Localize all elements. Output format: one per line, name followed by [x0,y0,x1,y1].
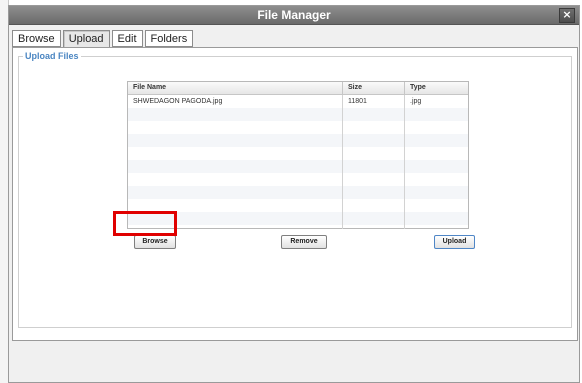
empty-row [128,108,468,121]
remove-button[interactable]: Remove [281,235,327,249]
tab-upload[interactable]: Upload [62,30,110,48]
empty-row [128,160,468,173]
close-icon[interactable]: × [559,8,575,23]
browse-button-highlight [113,211,177,236]
file-size-cell: 11801 [343,95,405,108]
column-header-type[interactable]: Type [405,82,468,94]
grid-header: File Name Size Type [128,82,468,95]
empty-row [128,173,468,186]
upload-files-fieldset: Upload Files File Name Size Type SHWEDAG… [18,49,572,328]
upload-files-legend: Upload Files [23,49,81,63]
table-row[interactable]: SHWEDAGON PAGODA.jpg 11801 .jpg [128,95,468,108]
tab-edit[interactable]: Edit [111,30,143,47]
upload-tab-content: Upload Files File Name Size Type SHWEDAG… [12,47,578,341]
empty-row [128,186,468,199]
tab-folders[interactable]: Folders [144,30,194,47]
grid-body: SHWEDAGON PAGODA.jpg 11801 .jpg [128,95,468,229]
file-list-grid: File Name Size Type SHWEDAGON PAGODA.jpg… [127,81,469,229]
column-header-file-name[interactable]: File Name [128,82,343,94]
file-manager-window: File Manager × Browse Upload Edit Folder… [8,5,580,383]
empty-row [128,199,468,212]
file-type-cell: .jpg [410,98,422,105]
column-header-size[interactable]: Size [343,82,405,94]
tab-bar: Browse Upload Edit Folders [12,30,194,48]
empty-row [128,134,468,147]
empty-row [128,147,468,160]
browse-button[interactable]: Browse [134,235,176,249]
tab-browse[interactable]: Browse [12,30,61,47]
window-title: File Manager [257,8,331,22]
title-bar[interactable]: File Manager × [9,6,579,25]
empty-row [128,225,468,229]
empty-row [128,121,468,134]
upload-button[interactable]: Upload [434,235,475,249]
file-name-cell: SHWEDAGON PAGODA.jpg [128,95,343,108]
empty-row [128,212,468,225]
